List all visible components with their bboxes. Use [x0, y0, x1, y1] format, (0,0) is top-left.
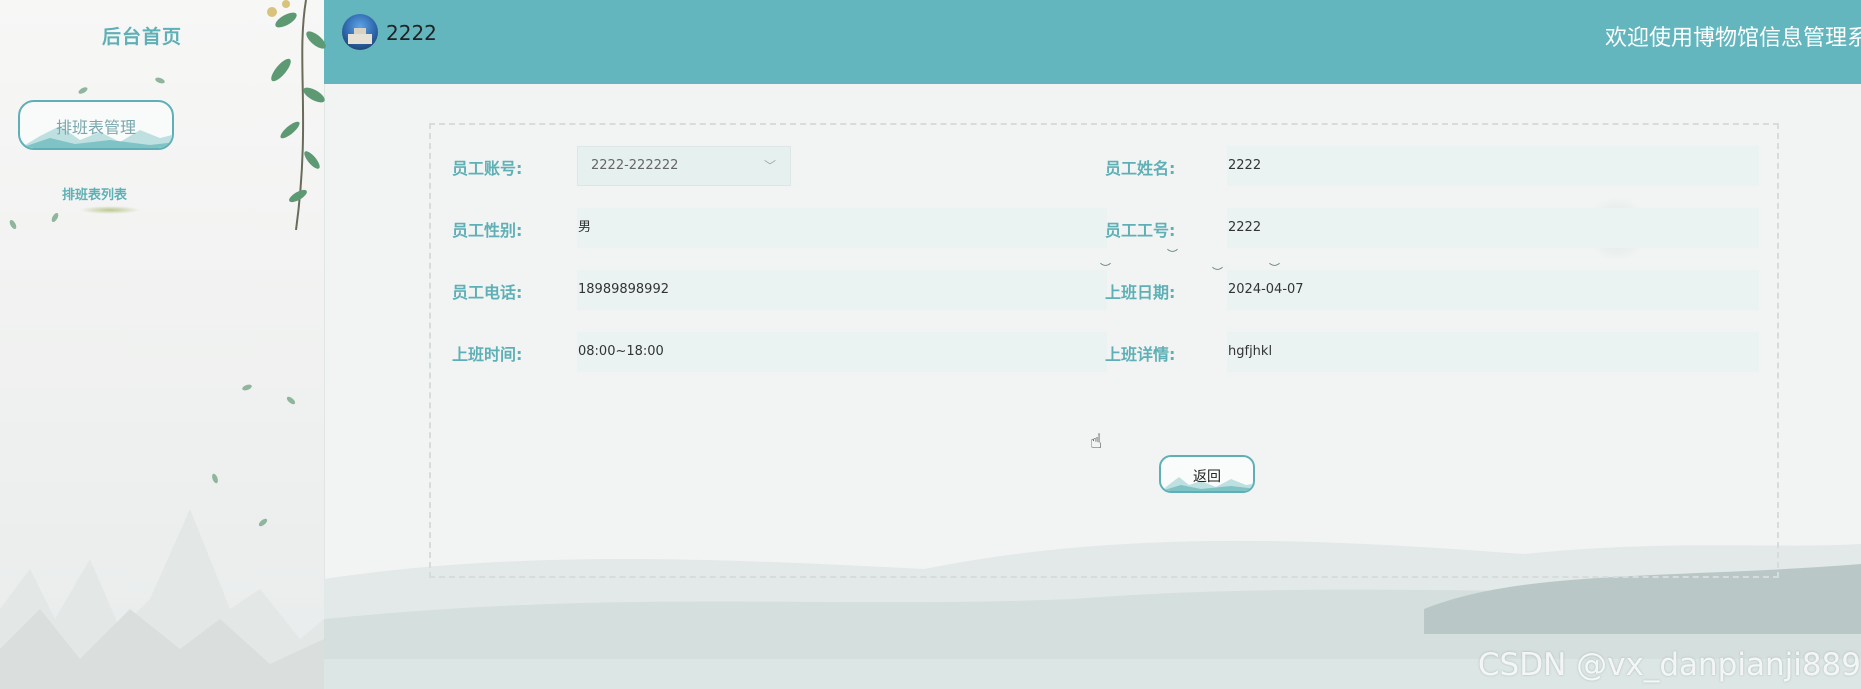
submenu-underline-decoration: [80, 206, 140, 214]
gender-label: 员工性别:: [452, 221, 523, 240]
time-label: 上班时间:: [452, 345, 523, 364]
job-no-field[interactable]: 2222: [1227, 208, 1759, 248]
detail-form: 员工账号: 2222-222222 ﹀ 员工姓名: 2222 员工性别: 男 员…: [429, 123, 1779, 578]
phone-label: 员工电话:: [452, 283, 523, 302]
hand-pointer-icon: ☝: [1090, 429, 1103, 453]
account-select[interactable]: 2222-222222 ﹀: [577, 146, 791, 186]
tree-branch-decoration: [267, 0, 326, 230]
sidebar-home-link[interactable]: 后台首页: [102, 22, 182, 49]
time-field[interactable]: 08:00~18:00: [577, 332, 1107, 372]
name-field[interactable]: 2222: [1227, 146, 1759, 186]
name-label: 员工姓名:: [1105, 159, 1176, 178]
gender-field[interactable]: 男: [577, 208, 1107, 248]
chevron-down-icon: ﹀: [763, 159, 776, 173]
date-label: 上班日期:: [1105, 283, 1176, 302]
detail-label: 上班详情:: [1105, 345, 1176, 364]
sidebar-menu-schedule-management[interactable]: 排班表管理: [18, 100, 174, 150]
sidebar-submenu-schedule-list[interactable]: 排班表列表: [62, 184, 127, 203]
sidebar-menu-label: 排班表管理: [55, 118, 136, 137]
detail-field[interactable]: hgfjhkl: [1227, 332, 1759, 372]
main-content: ︶ ︶ ︶ ︶ ︶ ︶ ︶ ︶ 员工账号: 2222-222222 ﹀ 员工姓名…: [324, 84, 1861, 689]
header-welcome-text: 欢迎使用博物馆信息管理系: [1604, 26, 1861, 51]
job-no-label: 员工工号:: [1105, 221, 1176, 240]
header-username: 2222: [386, 21, 437, 45]
back-button[interactable]: 返回: [1159, 455, 1255, 493]
top-header: 2222 欢迎使用博物馆信息管理系: [324, 0, 1861, 84]
sidebar-mountain-scenery: [0, 509, 324, 689]
account-select-value: 2222-222222: [591, 158, 679, 173]
back-button-label: 返回: [1193, 469, 1221, 485]
phone-field[interactable]: 18989898992: [577, 270, 1107, 310]
account-label: 员工账号:: [452, 159, 523, 178]
watermark: CSDN @vx_danpianji889: [1477, 647, 1861, 683]
date-field[interactable]: 2024-04-07: [1227, 270, 1759, 310]
user-avatar[interactable]: [342, 14, 378, 50]
